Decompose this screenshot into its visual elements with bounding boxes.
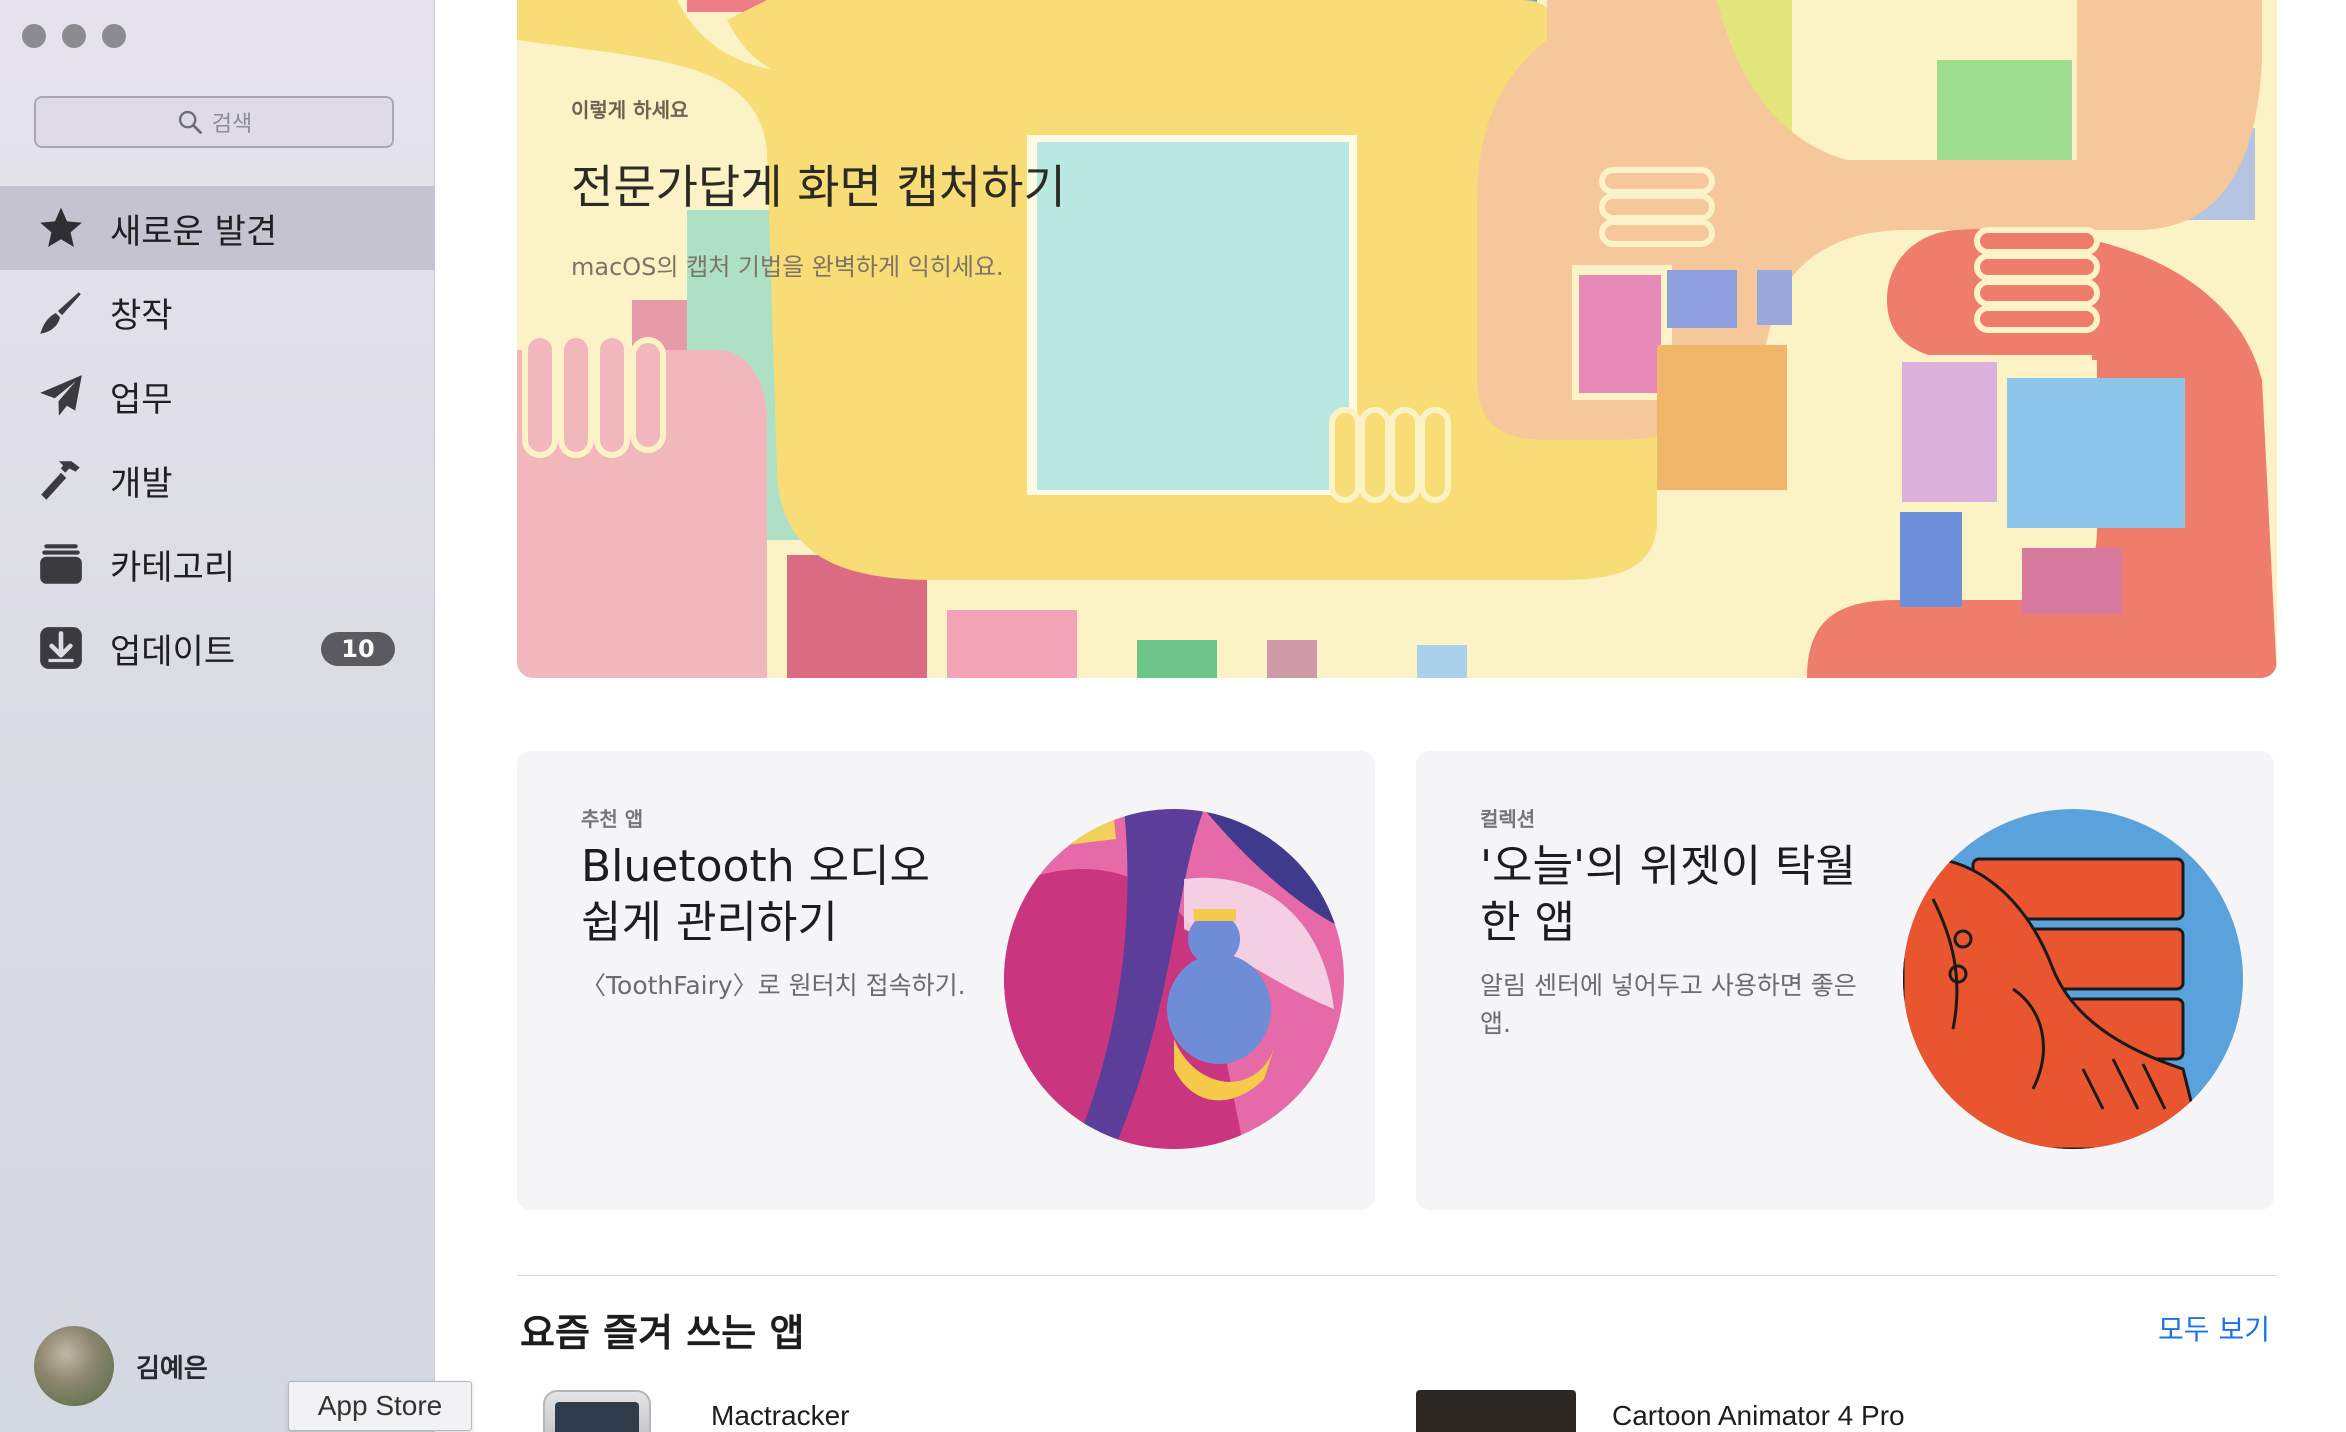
hammer-icon: [34, 453, 88, 507]
sidebar-item-updates[interactable]: 업데이트 10: [0, 606, 435, 690]
sidebar-item-develop[interactable]: 개발: [0, 438, 435, 522]
sidebar-item-label: 업무: [110, 379, 173, 420]
magnifying-glass-icon: [178, 110, 202, 134]
section-title: 요즘 즐겨 쓰는 앱: [520, 1311, 805, 1355]
sidebar-item-create[interactable]: 창작: [0, 270, 435, 354]
sidebar-item-label: 창작: [110, 295, 173, 336]
card-eyebrow: 컬렉션: [1480, 807, 1536, 831]
hero-text: 이렇게 하세요 전문가답게 화면 캡처하기 macOS의 캡처 기법을 완벽하게…: [571, 94, 1066, 282]
paper-plane-icon: [34, 369, 88, 423]
featured-app-card[interactable]: 추천 앱 Bluetooth 오디오 쉽게 관리하기 〈ToothFairy〉로…: [517, 751, 1375, 1210]
hero-title: 전문가답게 화면 캡처하기: [571, 160, 1066, 214]
app-list-item[interactable]: Mactracker: [543, 1390, 849, 1432]
sidebar-item-discover[interactable]: 새로운 발견: [0, 186, 435, 270]
mactracker-app-icon: [543, 1390, 651, 1432]
hero-eyebrow: 이렇게 하세요: [571, 98, 689, 122]
widget-illustration: [1903, 809, 2243, 1149]
zoom-button[interactable]: [102, 24, 126, 48]
search-placeholder: 검색: [211, 112, 253, 137]
window-controls: [22, 24, 126, 48]
search-input[interactable]: 검색: [34, 96, 394, 148]
cartoon-animator-app-icon: [1416, 1390, 1576, 1432]
card-description: 알림 센터에 넣어두고 사용하면 좋은 앱.: [1480, 971, 1857, 1038]
download-icon: [34, 621, 88, 675]
minimize-button[interactable]: [62, 24, 86, 48]
card-description: 〈ToothFairy〉로 원터치 접속하기.: [581, 971, 966, 1000]
sidebar-item-label: 업데이트: [110, 631, 236, 672]
see-all-link[interactable]: 모두 보기: [2158, 1308, 2270, 1348]
user-name: 김예은: [136, 1353, 208, 1384]
card-title: Bluetooth 오디오 쉽게 관리하기: [581, 841, 931, 948]
close-button[interactable]: [22, 24, 46, 48]
app-name: Mactracker: [711, 1400, 850, 1431]
collection-card[interactable]: 컬렉션 '오늘'의 위젯이 탁월한 앱 알림 센터에 넣어두고 사용하면 좋은 …: [1416, 751, 2274, 1210]
sidebar-item-label: 카테고리: [110, 547, 236, 588]
app-name: Cartoon Animator 4 Pro: [1612, 1400, 1905, 1431]
section-divider: [517, 1275, 2277, 1276]
hero-subtitle: macOS의 캡처 기법을 완벽하게 익히세요.: [571, 253, 1004, 281]
sidebar-item-label: 개발: [110, 463, 173, 504]
avatar[interactable]: [34, 1326, 114, 1406]
stack-icon: [34, 537, 88, 591]
brush-icon: [34, 285, 88, 339]
updates-count-badge: 10: [321, 632, 395, 666]
sidebar: 검색 새로운 발견 창작 업무 개발 카테고리 업데이트 10 김예은: [0, 0, 435, 1432]
sidebar-item-label: 새로운 발견: [110, 211, 278, 252]
tooth-fairy-illustration: [1004, 809, 1344, 1149]
user-profile[interactable]: 김예은: [34, 1326, 208, 1406]
star-icon: [34, 201, 88, 255]
sidebar-nav: 새로운 발견 창작 업무 개발 카테고리 업데이트 10: [0, 186, 435, 690]
app-list-item[interactable]: Cartoon Animator 4 Pro: [1416, 1390, 1905, 1432]
card-title: '오늘'의 위젯이 탁월한 앱: [1480, 841, 1857, 948]
sidebar-item-work[interactable]: 업무: [0, 354, 435, 438]
card-eyebrow: 추천 앱: [581, 807, 644, 831]
sidebar-item-categories[interactable]: 카테고리: [0, 522, 435, 606]
hero-banner[interactable]: 이렇게 하세요 전문가답게 화면 캡처하기 macOS의 캡처 기법을 완벽하게…: [517, 0, 2277, 678]
app-store-tooltip: App Store: [288, 1381, 472, 1431]
